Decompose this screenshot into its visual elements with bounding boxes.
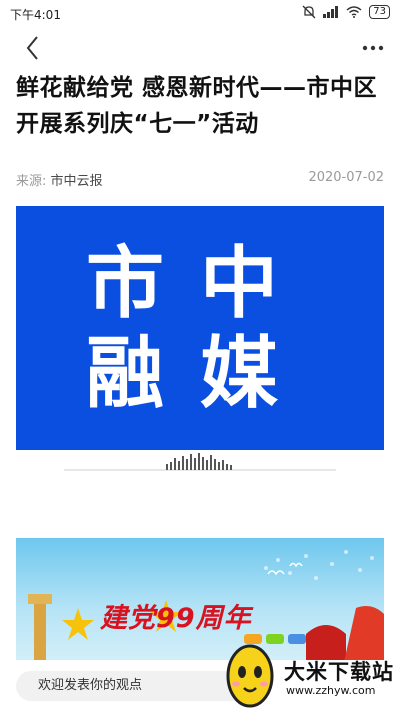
article-source: 来源: 市中云报 bbox=[16, 170, 103, 189]
nav-bar bbox=[0, 28, 400, 68]
battery-icon: 73 bbox=[369, 5, 390, 19]
source-name[interactable]: 市中云报 bbox=[51, 174, 103, 189]
watermark-url: www.zzhyw.com bbox=[286, 684, 376, 697]
more-button[interactable] bbox=[360, 36, 386, 60]
article-date: 2020-07-02 bbox=[308, 170, 384, 185]
signal-icon bbox=[323, 6, 339, 18]
source-label: 来源: bbox=[16, 174, 47, 189]
promo-text: 建党99周年 bbox=[100, 603, 252, 634]
watermark: 大米下载站 www.zzhyw.com bbox=[218, 632, 400, 711]
mute-icon bbox=[302, 5, 316, 19]
article-title: 鲜花献给党 感恩新时代——市中区开展系列庆“七一”活动 bbox=[16, 75, 378, 137]
status-time: 下午4:01 bbox=[10, 8, 61, 22]
wifi-icon bbox=[346, 6, 362, 18]
article-meta: 来源: 市中云报 2020-07-02 bbox=[16, 170, 384, 190]
comment-input[interactable]: 欢迎发表你的观点 bbox=[16, 671, 248, 701]
media-banner[interactable]: 市中 融媒 bbox=[16, 206, 384, 450]
status-icons: 73 bbox=[302, 5, 390, 19]
back-button[interactable] bbox=[20, 32, 48, 64]
status-bar: 下午4:01 73 bbox=[0, 0, 400, 26]
chevron-left-icon bbox=[26, 36, 38, 60]
watermark-title: 大米下载站 bbox=[284, 660, 394, 684]
more-dots-icon bbox=[362, 45, 384, 51]
audio-waveform bbox=[64, 453, 336, 471]
banner-line-1: 市中 bbox=[85, 239, 314, 329]
banner-line-2: 融媒 bbox=[85, 329, 314, 419]
rice-mascot-icon bbox=[226, 644, 274, 708]
